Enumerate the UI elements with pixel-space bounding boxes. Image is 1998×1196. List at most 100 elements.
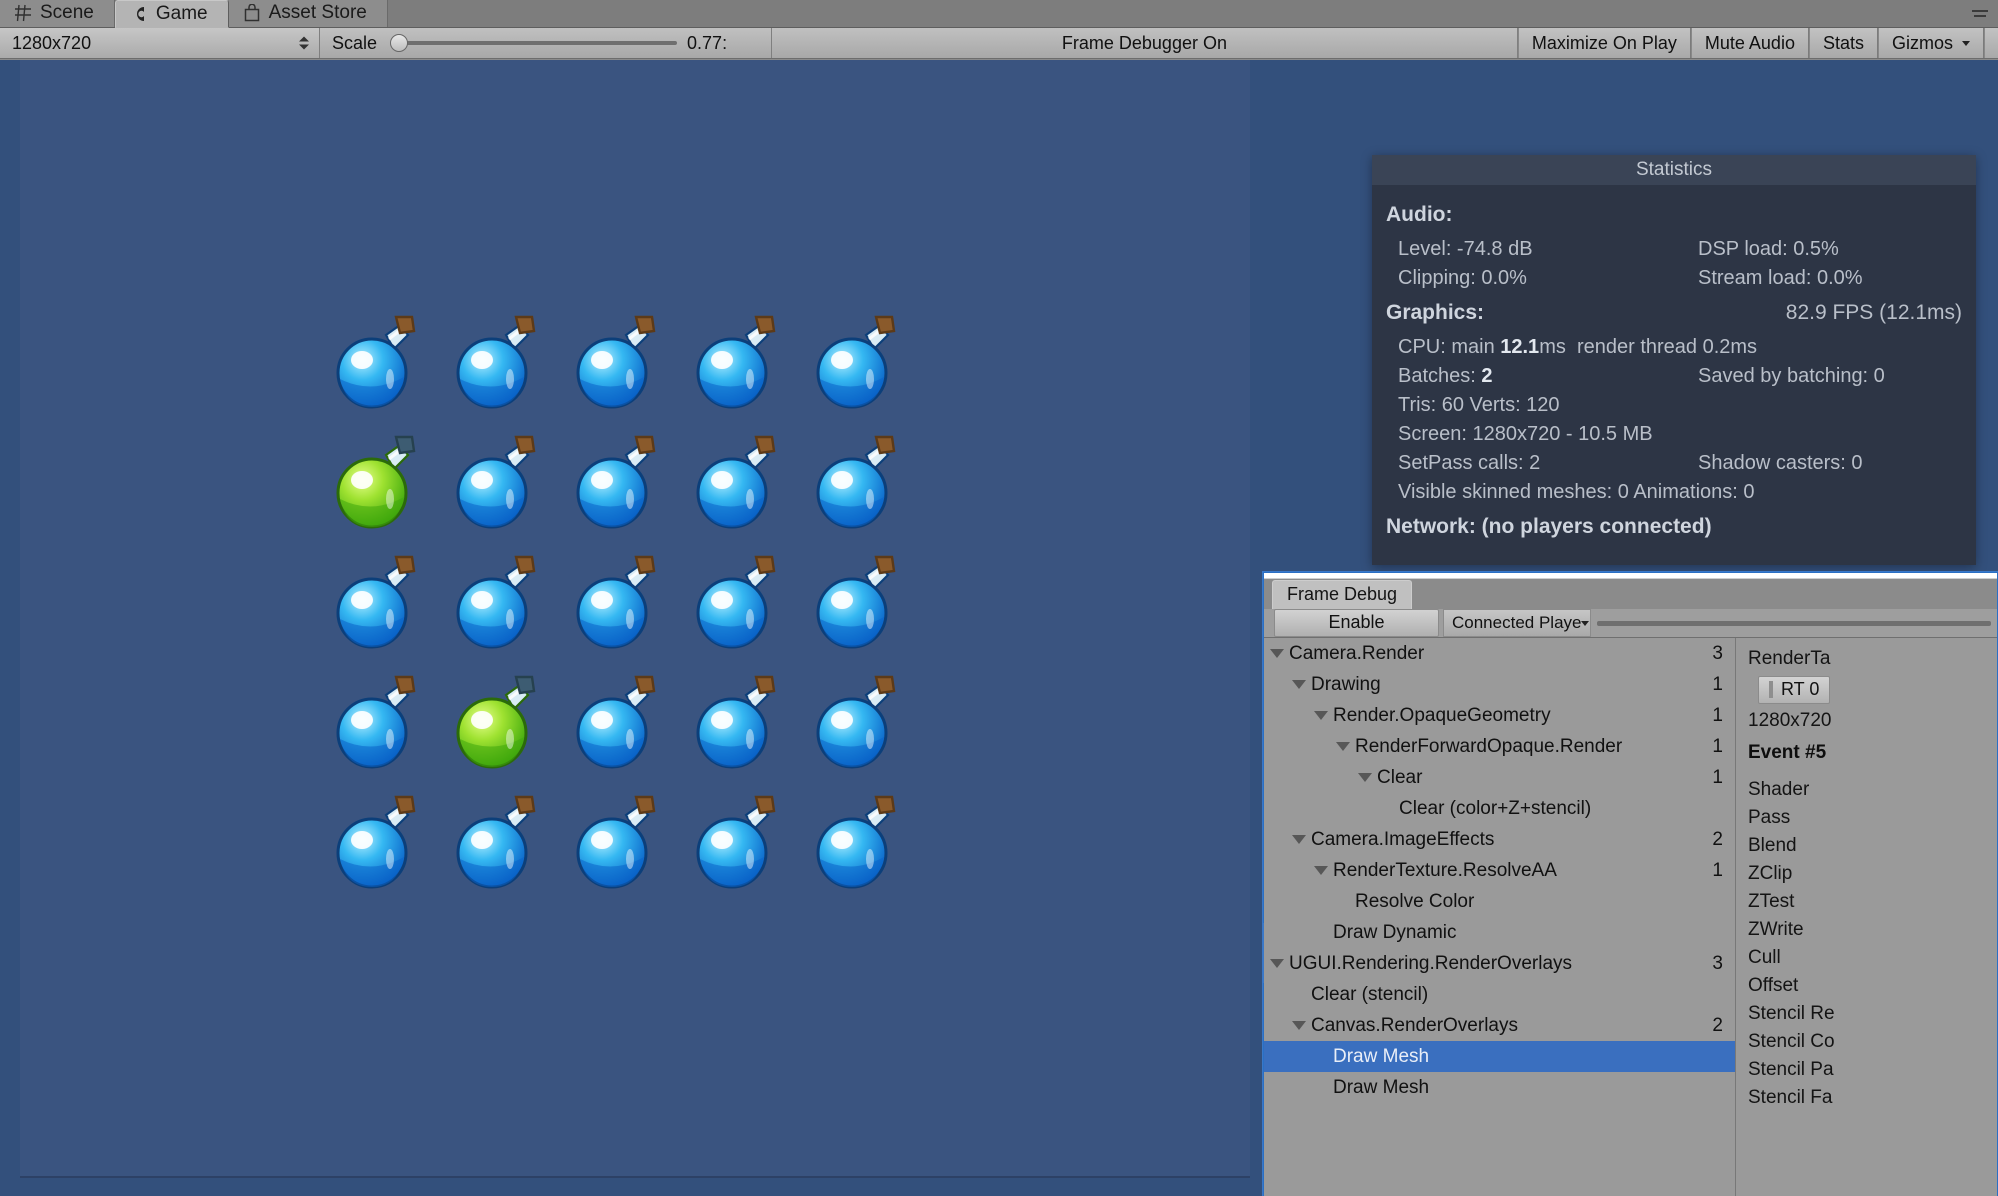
potion-blue[interactable] bbox=[680, 665, 800, 785]
frame-event-row[interactable]: Draw Mesh bbox=[1264, 1072, 1735, 1103]
connected-player-dropdown[interactable]: Connected Playe bbox=[1443, 609, 1591, 637]
frame-event-row[interactable]: UGUI.Rendering.RenderOverlays 3 bbox=[1264, 948, 1735, 979]
potion-sprite-svg bbox=[456, 795, 536, 889]
potion-blue[interactable] bbox=[800, 305, 920, 425]
expand-triangle-icon[interactable] bbox=[1270, 959, 1284, 968]
frame-event-row[interactable]: Camera.Render 3 bbox=[1264, 638, 1735, 669]
stats-button[interactable]: Stats bbox=[1808, 28, 1878, 58]
game-render-area[interactable] bbox=[20, 60, 1250, 1178]
expand-triangle-icon[interactable] bbox=[1292, 680, 1306, 689]
expand-triangle-icon[interactable] bbox=[1292, 835, 1306, 844]
graphics-setpass-calls: SetPass calls: 2 bbox=[1398, 452, 1541, 474]
maximize-on-play-button[interactable]: Maximize On Play bbox=[1517, 28, 1691, 58]
scale-control[interactable]: Scale 0.77: bbox=[320, 28, 773, 58]
render-target-button[interactable]: RT 0 bbox=[1758, 676, 1831, 704]
frame-event-label: Camera.Render bbox=[1289, 642, 1425, 664]
game-view[interactable]: Statistics Audio: Level: -74.8 dB DSP lo… bbox=[0, 60, 1998, 1196]
frame-event-row[interactable]: Resolve Color bbox=[1264, 886, 1735, 917]
frame-event-row[interactable]: Draw Dynamic bbox=[1264, 917, 1735, 948]
potion-blue[interactable] bbox=[680, 785, 800, 905]
frame-debugger-window[interactable]: Frame Debug Enable Connected Playe Camer… bbox=[1263, 572, 1998, 1196]
gizmos-label: Gizmos bbox=[1891, 32, 1953, 53]
potion-blue[interactable] bbox=[560, 665, 680, 785]
potion-blue[interactable] bbox=[800, 665, 920, 785]
potion-green[interactable] bbox=[320, 425, 440, 545]
potion-sprite-svg bbox=[816, 435, 896, 529]
audio-dsp-load: DSP load: 0.5% bbox=[1698, 238, 1839, 260]
potion-blue[interactable] bbox=[560, 305, 680, 425]
tab-scene[interactable]: Scene bbox=[0, 0, 115, 27]
frame-event-row[interactable]: Clear (stencil) bbox=[1264, 979, 1735, 1010]
potion-blue[interactable] bbox=[560, 425, 680, 545]
frame-event-label: Draw Mesh bbox=[1333, 1076, 1430, 1098]
frame-event-count: 1 bbox=[1712, 673, 1723, 695]
frame-event-row[interactable]: Drawing 1 bbox=[1264, 669, 1735, 700]
graphics-tris-verts: Tris: 60 Verts: 120 bbox=[1398, 394, 1560, 416]
frame-debugger-event-tree[interactable]: Camera.Render 3 Drawing 1 Render.OpaqueGeome… bbox=[1264, 638, 1736, 1196]
shader-state-property: Pass bbox=[1748, 807, 1791, 828]
potion-blue[interactable] bbox=[440, 545, 560, 665]
potion-green[interactable] bbox=[440, 665, 560, 785]
potion-blue[interactable] bbox=[680, 305, 800, 425]
gizmos-button[interactable]: Gizmos bbox=[1877, 28, 1984, 58]
expand-triangle-icon[interactable] bbox=[1270, 649, 1284, 658]
shopping-bag-icon bbox=[243, 3, 261, 22]
hamburger-menu-icon[interactable] bbox=[1968, 0, 1998, 27]
potion-blue[interactable] bbox=[440, 785, 560, 905]
expand-triangle-icon[interactable] bbox=[1292, 1021, 1306, 1030]
expand-triangle-icon[interactable] bbox=[1314, 711, 1328, 720]
expand-triangle-icon[interactable] bbox=[1358, 773, 1372, 782]
potion-blue[interactable] bbox=[800, 545, 920, 665]
enable-button[interactable]: Enable bbox=[1274, 609, 1439, 637]
frame-event-row[interactable]: RenderTexture.ResolveAA 1 bbox=[1264, 855, 1735, 886]
frame-event-row[interactable]: Draw Mesh bbox=[1264, 1041, 1735, 1072]
frame-event-label: UGUI.Rendering.RenderOverlays bbox=[1289, 952, 1573, 974]
potion-blue[interactable] bbox=[680, 545, 800, 665]
frame-event-row[interactable]: RenderForwardOpaque.Render 1 bbox=[1264, 731, 1735, 762]
potion-blue[interactable] bbox=[320, 665, 440, 785]
fps-readout: 82.9 FPS (12.1ms) bbox=[1785, 301, 1962, 324]
potion-blue[interactable] bbox=[320, 545, 440, 665]
expand-triangle-icon[interactable] bbox=[1336, 742, 1350, 751]
resolution-dropdown[interactable]: 1280x720 bbox=[0, 28, 320, 58]
potion-blue[interactable] bbox=[440, 425, 560, 545]
resolution-value: 1280x720 bbox=[12, 32, 92, 53]
potion-blue[interactable] bbox=[680, 425, 800, 545]
frame-event-row[interactable]: Canvas.RenderOverlays 2 bbox=[1264, 1010, 1735, 1041]
frame-event-row[interactable]: Clear (color+Z+stencil) bbox=[1264, 793, 1735, 824]
frame-event-row[interactable]: Camera.ImageEffects 2 bbox=[1264, 824, 1735, 855]
audio-level: Level: -74.8 dB bbox=[1398, 238, 1533, 260]
potion-blue[interactable] bbox=[800, 425, 920, 545]
tab-game[interactable]: Game bbox=[114, 0, 229, 28]
frame-event-row[interactable]: Render.OpaqueGeometry 1 bbox=[1264, 700, 1735, 731]
frame-debugger-tab-row: Frame Debug bbox=[1264, 579, 1997, 609]
audio-stream-load: Stream load: 0.0% bbox=[1698, 267, 1863, 289]
graphics-batches-row: Batches: 2 Saved by batching: 0 bbox=[1386, 362, 1962, 391]
potion-sprite-svg bbox=[456, 315, 536, 409]
tab-asset-store[interactable]: Asset Store bbox=[228, 0, 388, 27]
potion-blue[interactable] bbox=[320, 785, 440, 905]
graphics-heading-row: Graphics: 82.9 FPS (12.1ms) bbox=[1386, 301, 1962, 325]
frame-debugger-split: Camera.Render 3 Drawing 1 Render.OpaqueGeome… bbox=[1264, 638, 1997, 1196]
render-target-label: RenderTa bbox=[1748, 648, 1831, 669]
frame-event-label: Clear bbox=[1377, 766, 1423, 788]
frame-event-label: Resolve Color bbox=[1355, 890, 1475, 912]
potion-blue[interactable] bbox=[560, 545, 680, 665]
expand-triangle-icon[interactable] bbox=[1314, 866, 1328, 875]
potion-blue[interactable] bbox=[440, 305, 560, 425]
shader-state-property: Cull bbox=[1748, 947, 1781, 968]
mute-audio-button[interactable]: Mute Audio bbox=[1690, 28, 1809, 58]
frame-event-label: Clear (color+Z+stencil) bbox=[1399, 797, 1592, 819]
potion-sprite-svg bbox=[336, 315, 416, 409]
graphics-heading: Graphics: bbox=[1386, 301, 1485, 324]
graphics-setpass-row: SetPass calls: 2 Shadow casters: 0 bbox=[1386, 449, 1962, 478]
potion-blue[interactable] bbox=[320, 305, 440, 425]
event-scrubber[interactable] bbox=[1597, 615, 1991, 631]
potion-blue[interactable] bbox=[560, 785, 680, 905]
scale-slider[interactable] bbox=[387, 34, 678, 52]
potion-sprite-svg bbox=[696, 435, 776, 529]
potion-blue[interactable] bbox=[800, 785, 920, 905]
tab-frame-debug[interactable]: Frame Debug bbox=[1272, 580, 1413, 609]
frame-event-row[interactable]: Clear 1 bbox=[1264, 762, 1735, 793]
slider-knob[interactable] bbox=[390, 34, 409, 52]
